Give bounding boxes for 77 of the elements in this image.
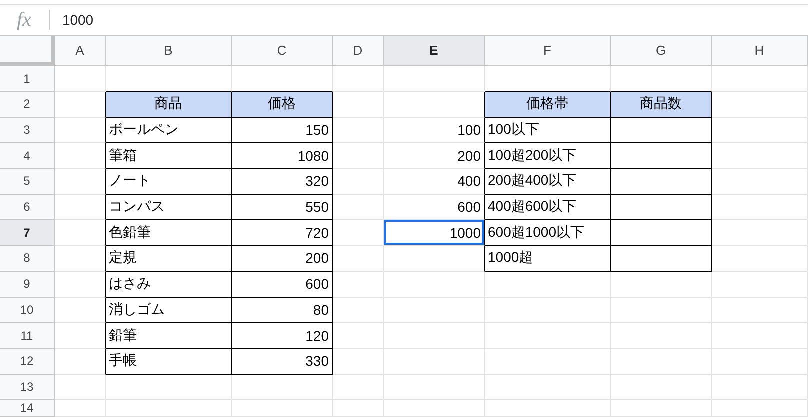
table-cell[interactable] [55, 194, 106, 220]
table-cell[interactable] [611, 220, 712, 246]
table-cell[interactable]: 600 [384, 194, 485, 220]
table-cell[interactable]: はさみ [106, 272, 232, 298]
select-all-corner[interactable] [0, 36, 55, 66]
table-cell[interactable]: 600超1000以下 [485, 220, 611, 246]
row-header[interactable]: 7 [0, 220, 55, 246]
row-header[interactable]: 14 [0, 400, 55, 417]
table-cell[interactable]: 定規 [106, 246, 232, 272]
column-header[interactable]: D [333, 36, 384, 66]
table-cell[interactable]: 消しゴム [106, 298, 232, 324]
table-cell[interactable]: 330 [232, 348, 333, 375]
column-header[interactable]: A [55, 36, 106, 66]
table-cell[interactable]: 400超600以下 [485, 194, 611, 220]
column-header[interactable]: C [232, 36, 333, 66]
table-cell[interactable]: 200 [232, 246, 333, 272]
table-cell[interactable]: 1000超 [485, 246, 611, 272]
row-header[interactable]: 1 [0, 66, 55, 92]
column-title-cell[interactable]: 価格帯 [485, 92, 611, 118]
table-cell[interactable] [611, 194, 712, 220]
table-cell[interactable]: ボールペン [106, 118, 232, 144]
table-cell[interactable]: 100 [384, 118, 485, 144]
table-cell[interactable] [611, 143, 712, 170]
table-cell[interactable]: 100超200以下 [485, 143, 611, 170]
table-cell[interactable] [55, 272, 106, 298]
table-cell[interactable]: 120 [232, 323, 333, 349]
column-header[interactable]: E [384, 36, 485, 66]
column-header[interactable]: H [712, 36, 808, 66]
row-header[interactable]: 10 [0, 298, 55, 324]
table-cell[interactable]: 鉛筆 [106, 323, 232, 349]
column-header[interactable]: B [106, 36, 232, 66]
function-icon: fx [17, 9, 32, 31]
table-cell[interactable] [55, 220, 106, 246]
column-title-cell[interactable]: 商品数 [611, 92, 712, 118]
table-cell[interactable]: 100以下 [485, 118, 611, 144]
table-cell[interactable]: 200超400以下 [485, 169, 611, 195]
table-cell[interactable] [55, 143, 106, 170]
row-header[interactable]: 8 [0, 246, 55, 272]
table-cell[interactable] [55, 298, 106, 324]
table-cell[interactable] [55, 118, 106, 144]
formula-input[interactable]: 1000 [62, 12, 94, 28]
row-header[interactable]: 4 [0, 143, 55, 170]
table-cell[interactable] [611, 246, 712, 272]
table-cell[interactable] [611, 169, 712, 195]
table-cell[interactable]: コンパス [106, 194, 232, 220]
table-cell[interactable] [55, 246, 106, 272]
row-header[interactable]: 3 [0, 118, 55, 144]
row-header[interactable]: 6 [0, 194, 55, 220]
table-cell[interactable] [55, 323, 106, 349]
table-cell[interactable] [611, 118, 712, 144]
row-header[interactable]: 2 [0, 92, 55, 118]
column-header[interactable]: G [611, 36, 712, 66]
table-cell[interactable]: 550 [232, 194, 333, 220]
row-header[interactable]: 9 [0, 272, 55, 298]
column-title-cell[interactable]: 商品 [106, 92, 232, 118]
table-cell[interactable]: 150 [232, 118, 333, 144]
table-cell[interactable]: 720 [232, 220, 333, 246]
table-cell[interactable]: 600 [232, 272, 333, 298]
table-cell[interactable]: 手帳 [106, 348, 232, 375]
table-cell[interactable]: 色鉛筆 [106, 220, 232, 246]
table-cell[interactable]: 筆箱 [106, 143, 232, 170]
row-header[interactable]: 13 [0, 374, 55, 400]
table-cell[interactable]: 80 [232, 298, 333, 324]
table-cell[interactable]: 320 [232, 169, 333, 195]
table-cell[interactable]: 200 [384, 143, 485, 170]
table-cell[interactable] [55, 348, 106, 375]
row-header[interactable]: 12 [0, 348, 55, 375]
column-header[interactable]: F [485, 36, 611, 66]
table-cell[interactable]: 400 [384, 169, 485, 195]
table-cell[interactable] [55, 169, 106, 195]
table-cell[interactable]: ノート [106, 169, 232, 195]
row-header[interactable]: 5 [0, 169, 55, 195]
table-cell[interactable]: 1080 [232, 143, 333, 170]
table-cell[interactable]: 1000 [384, 220, 485, 246]
column-title-cell[interactable]: 価格 [232, 92, 333, 118]
row-header[interactable]: 11 [0, 323, 55, 349]
table-cell[interactable] [384, 246, 485, 272]
